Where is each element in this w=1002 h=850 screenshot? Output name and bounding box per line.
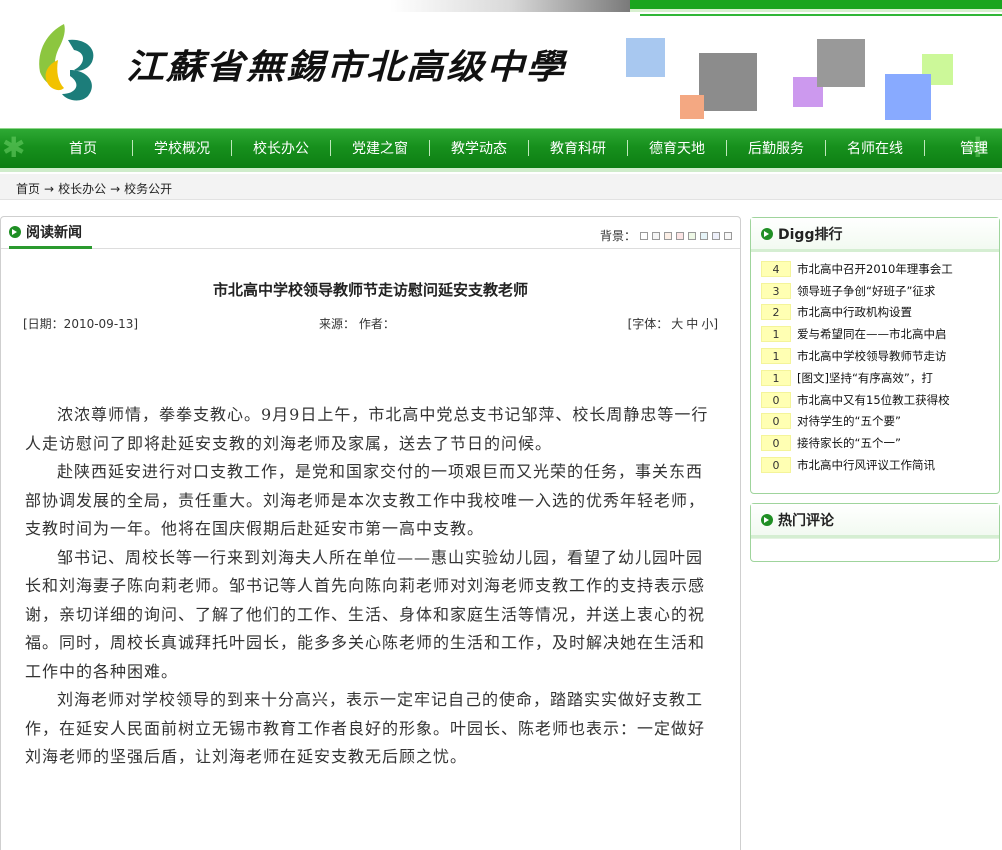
digg-list-item: 3 领导班子争创“好班子”征求: [761, 280, 999, 302]
background-color-swatch[interactable]: [688, 231, 696, 240]
digg-item-link[interactable]: 领导班子争创“好班子”征求: [797, 283, 997, 299]
article-paragraph: 邹书记、周校长等一行来到刘海夫人所在单位——惠山实验幼儿园，看望了幼儿园叶园长和…: [25, 547, 706, 681]
digg-item-link[interactable]: [图文]坚持“有序高效”，打: [797, 370, 997, 386]
article-paragraph: 刘海老师对学校领导的到来十分高兴，表示一定牢记自己的使命，踏踏实实做好支教工作，…: [25, 690, 706, 766]
green-arrow-bullet-icon: [9, 225, 21, 238]
nav-item[interactable]: 首页: [34, 138, 132, 158]
decor-square: [680, 95, 704, 119]
background-color-swatch[interactable]: [700, 231, 708, 240]
nav-item[interactable]: 教育科研: [529, 138, 627, 158]
breadcrumb-home[interactable]: 首页: [16, 182, 40, 196]
digg-item-link[interactable]: 市北高中行政机构设置: [797, 304, 997, 320]
decor-square: [885, 74, 931, 120]
nav-item[interactable]: 名师在线: [826, 138, 924, 158]
star-decor-icon: ✱: [2, 131, 26, 164]
background-color-swatch[interactable]: [724, 231, 732, 240]
nav-item[interactable]: 教学动态: [430, 138, 528, 158]
main-nav: ✱ ✱ 首页 学校概况 校长办公 党建之窗 教学动态 教育科研 德育天地 后勤服务 名师在线 管理: [0, 128, 1002, 168]
background-color-swatch[interactable]: [664, 231, 672, 240]
font-size-large[interactable]: 大: [671, 317, 683, 331]
nav-item[interactable]: 德育天地: [628, 138, 726, 158]
digg-count-badge: 4: [761, 260, 791, 277]
font-size-medium[interactable]: 中: [686, 317, 698, 331]
digg-count-badge: 1: [761, 326, 791, 343]
hot-comments-title: 热门评论: [778, 512, 834, 529]
article-body: 浓浓尊师情，拳拳支教心。9月9日上午，市北高中党总支书记邹萍、校长周静忠等一行人…: [25, 401, 711, 772]
green-arrow-bullet-icon: [761, 227, 773, 240]
school-name: 江蘇省無錫市北高级中學: [126, 45, 567, 87]
article-paragraph: 赴陕西延安进行对口支教工作，是党和国家交付的一项艰巨而又光荣的任务，事关东西部协…: [25, 462, 706, 538]
background-color-swatch[interactable]: [640, 231, 648, 240]
digg-item-link[interactable]: 市北高中召开2010年理事会工: [797, 261, 997, 277]
news-panel: 阅读新闻 背景： 市北高中学校领导教师节走访慰问延安支教老师 [日期：2010-…: [0, 216, 741, 850]
digg-list-item: 1 [图文]坚持“有序高效”，打: [761, 367, 999, 389]
digg-list-item: 2 市北高中行政机构设置: [761, 302, 999, 324]
breadcrumb-principal-office[interactable]: 校长办公: [58, 182, 106, 196]
nav-bottom-strip: [0, 168, 1002, 172]
digg-ranking-title: Digg排行: [778, 226, 843, 243]
hot-comments-list: [751, 538, 999, 560]
digg-count-badge: 0: [761, 391, 791, 408]
digg-ranking-box: Digg排行 4 市北高中召开2010年理事会工 3 领导班子争创“好班子”征求 2 市北…: [750, 217, 1000, 494]
digg-ranking-header: Digg排行: [751, 218, 999, 252]
digg-item-link[interactable]: 接待家长的“五个一”: [797, 435, 997, 451]
news-panel-header: 阅读新闻 背景：: [1, 217, 740, 249]
digg-list-item: 0 市北高中又有15位教工获得校: [761, 389, 999, 411]
background-label: 背景：: [599, 229, 636, 243]
digg-list-item: 0 对待学生的“五个要”: [761, 411, 999, 433]
tab-read-news[interactable]: 阅读新闻: [9, 217, 92, 249]
decor-square: [817, 39, 865, 87]
hot-comments-box: 热门评论: [750, 503, 1000, 562]
top-decor-green-line: [640, 14, 1002, 16]
nav-item[interactable]: 校长办公: [232, 138, 330, 158]
digg-list-item: 1 爱与希望同在——市北高中启: [761, 323, 999, 345]
article-source-author: 来源： 作者：: [319, 317, 395, 331]
decor-square: [626, 38, 665, 77]
digg-item-link[interactable]: 市北高中学校领导教师节走访: [797, 348, 997, 364]
breadcrumb: 首页 → 校长办公 → 校务公开: [0, 174, 1002, 200]
digg-list: 4 市北高中召开2010年理事会工 3 领导班子争创“好班子”征求 2 市北高中行政机构设…: [751, 252, 999, 476]
breadcrumb-arrow: →: [44, 182, 55, 196]
article-paragraph: 浓浓尊师情，拳拳支教心。9月9日上午，市北高中党总支书记邹萍、校长周静忠等一行人…: [25, 405, 709, 453]
nav-item[interactable]: 管理: [925, 138, 1002, 158]
nav-item[interactable]: 学校概况: [133, 138, 231, 158]
digg-count-badge: 3: [761, 282, 791, 299]
nav-item[interactable]: 后勤服务: [727, 138, 825, 158]
nav-items: 首页 学校概况 校长办公 党建之窗 教学动态 教育科研 德育天地 后勤服务 名师在线 管理: [34, 129, 1002, 167]
site-header: 江蘇省無錫市北高级中學: [0, 0, 1002, 128]
digg-list-item: 4 市北高中召开2010年理事会工: [761, 258, 999, 280]
digg-list-item: 0 接待家长的“五个一”: [761, 432, 999, 454]
article-title: 市北高中学校领导教师节走访慰问延安支教老师: [212, 281, 528, 299]
background-color-swatch[interactable]: [676, 231, 684, 240]
digg-item-link[interactable]: 爱与希望同在——市北高中启: [797, 326, 997, 342]
article-date: [日期：2010-09-13]: [23, 317, 139, 331]
digg-count-badge: 0: [761, 457, 791, 474]
background-picker: 背景：: [600, 227, 732, 244]
digg-count-badge: 1: [761, 369, 791, 386]
font-size-switcher: [字体：大中小]: [628, 315, 718, 332]
nav-item[interactable]: 党建之窗: [331, 138, 429, 158]
font-size-label: [字体：: [627, 317, 669, 331]
digg-item-link[interactable]: 市北高中又有15位教工获得校: [797, 392, 997, 408]
digg-count-badge: 2: [761, 304, 791, 321]
digg-list-item: 1 市北高中学校领导教师节走访: [761, 345, 999, 367]
digg-count-badge: 1: [761, 348, 791, 365]
font-size-small[interactable]: 小]: [701, 317, 718, 331]
green-arrow-bullet-icon: [761, 513, 773, 526]
digg-list-item: 0 市北高中行风评议工作简讯: [761, 454, 999, 476]
background-color-swatch[interactable]: [652, 231, 660, 240]
decor-square: [699, 53, 757, 111]
digg-item-link[interactable]: 市北高中行风评议工作简讯: [797, 457, 997, 473]
digg-count-badge: 0: [761, 435, 791, 452]
breadcrumb-school-affairs[interactable]: 校务公开: [124, 182, 172, 196]
top-decor-green-bar: [630, 0, 1002, 12]
background-color-swatch[interactable]: [712, 231, 720, 240]
digg-count-badge: 0: [761, 413, 791, 430]
breadcrumb-arrow: →: [110, 182, 121, 196]
tab-read-news-label: 阅读新闻: [26, 224, 82, 241]
hot-comments-header: 热门评论: [751, 504, 999, 538]
digg-item-link[interactable]: 对待学生的“五个要”: [797, 413, 997, 429]
butterfly-b-logo-icon[interactable]: [30, 20, 102, 104]
